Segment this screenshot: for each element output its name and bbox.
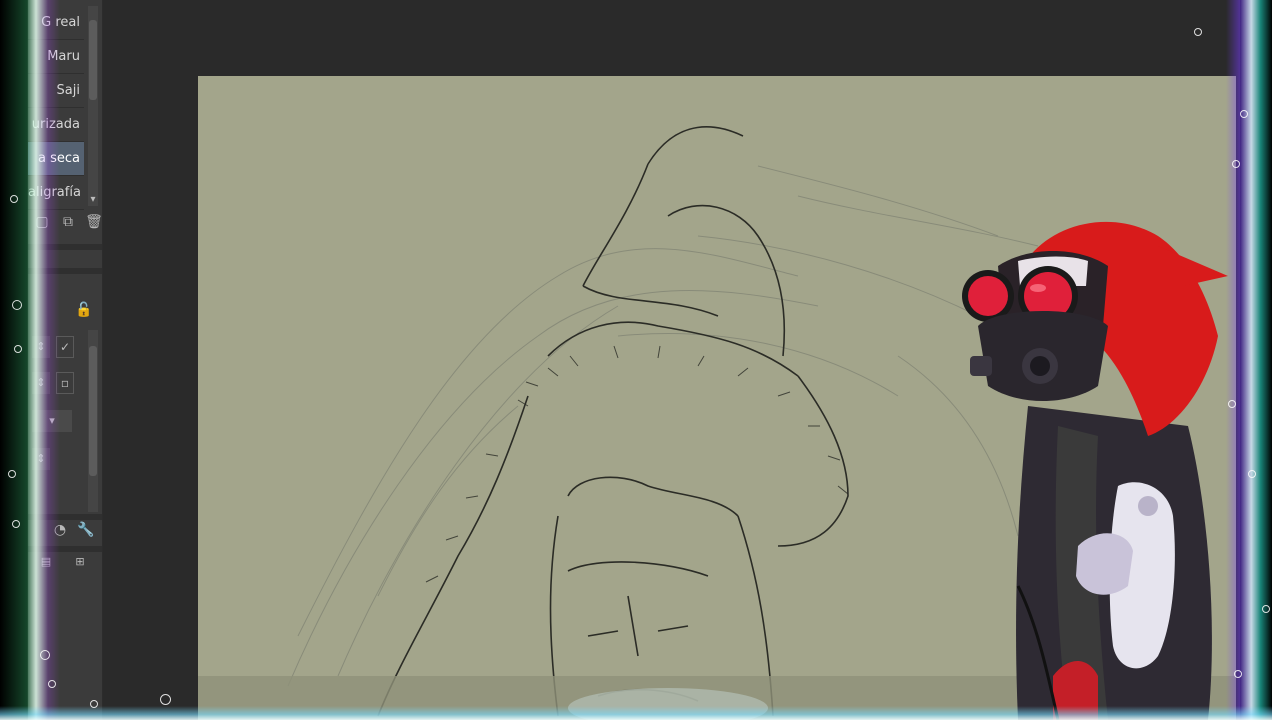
scrollbar-thumb[interactable]	[89, 20, 97, 100]
bubble-particle	[90, 700, 98, 708]
bubble-particle	[1232, 160, 1240, 168]
neon-frame-bottom	[0, 706, 1272, 720]
bubble-particle	[160, 694, 171, 705]
bubble-particle	[1262, 605, 1270, 613]
drawing-canvas[interactable]	[198, 76, 1236, 720]
bubble-particle	[12, 520, 20, 528]
bubble-particle	[48, 680, 56, 688]
duplicate-icon[interactable]: ⧉	[58, 212, 78, 232]
bubble-particle	[10, 195, 18, 203]
chevron-down-icon[interactable]: ▾	[87, 194, 99, 205]
bubble-particle	[1228, 400, 1236, 408]
screen: G real Maru Saji urizada a seca aligrafí…	[0, 0, 1272, 720]
bubble-particle	[1248, 470, 1256, 478]
bubble-particle	[12, 300, 22, 310]
lock-icon[interactable]: 🔓	[74, 300, 94, 320]
trash-icon[interactable]: 🗑	[84, 212, 104, 232]
mascot-character	[962, 221, 1228, 720]
bubble-particle	[1240, 110, 1248, 118]
neon-frame-left	[0, 0, 60, 720]
panel-tab-icon[interactable]: ⊞	[70, 552, 90, 572]
bubble-particle	[8, 470, 16, 478]
bubble-particle	[1234, 670, 1242, 678]
bubble-particle	[40, 650, 50, 660]
bubble-particle	[1194, 28, 1202, 36]
wrench-icon[interactable]: 🔧	[76, 520, 96, 540]
bubble-particle	[14, 345, 22, 353]
scrollbar-thumb[interactable]	[89, 346, 97, 476]
